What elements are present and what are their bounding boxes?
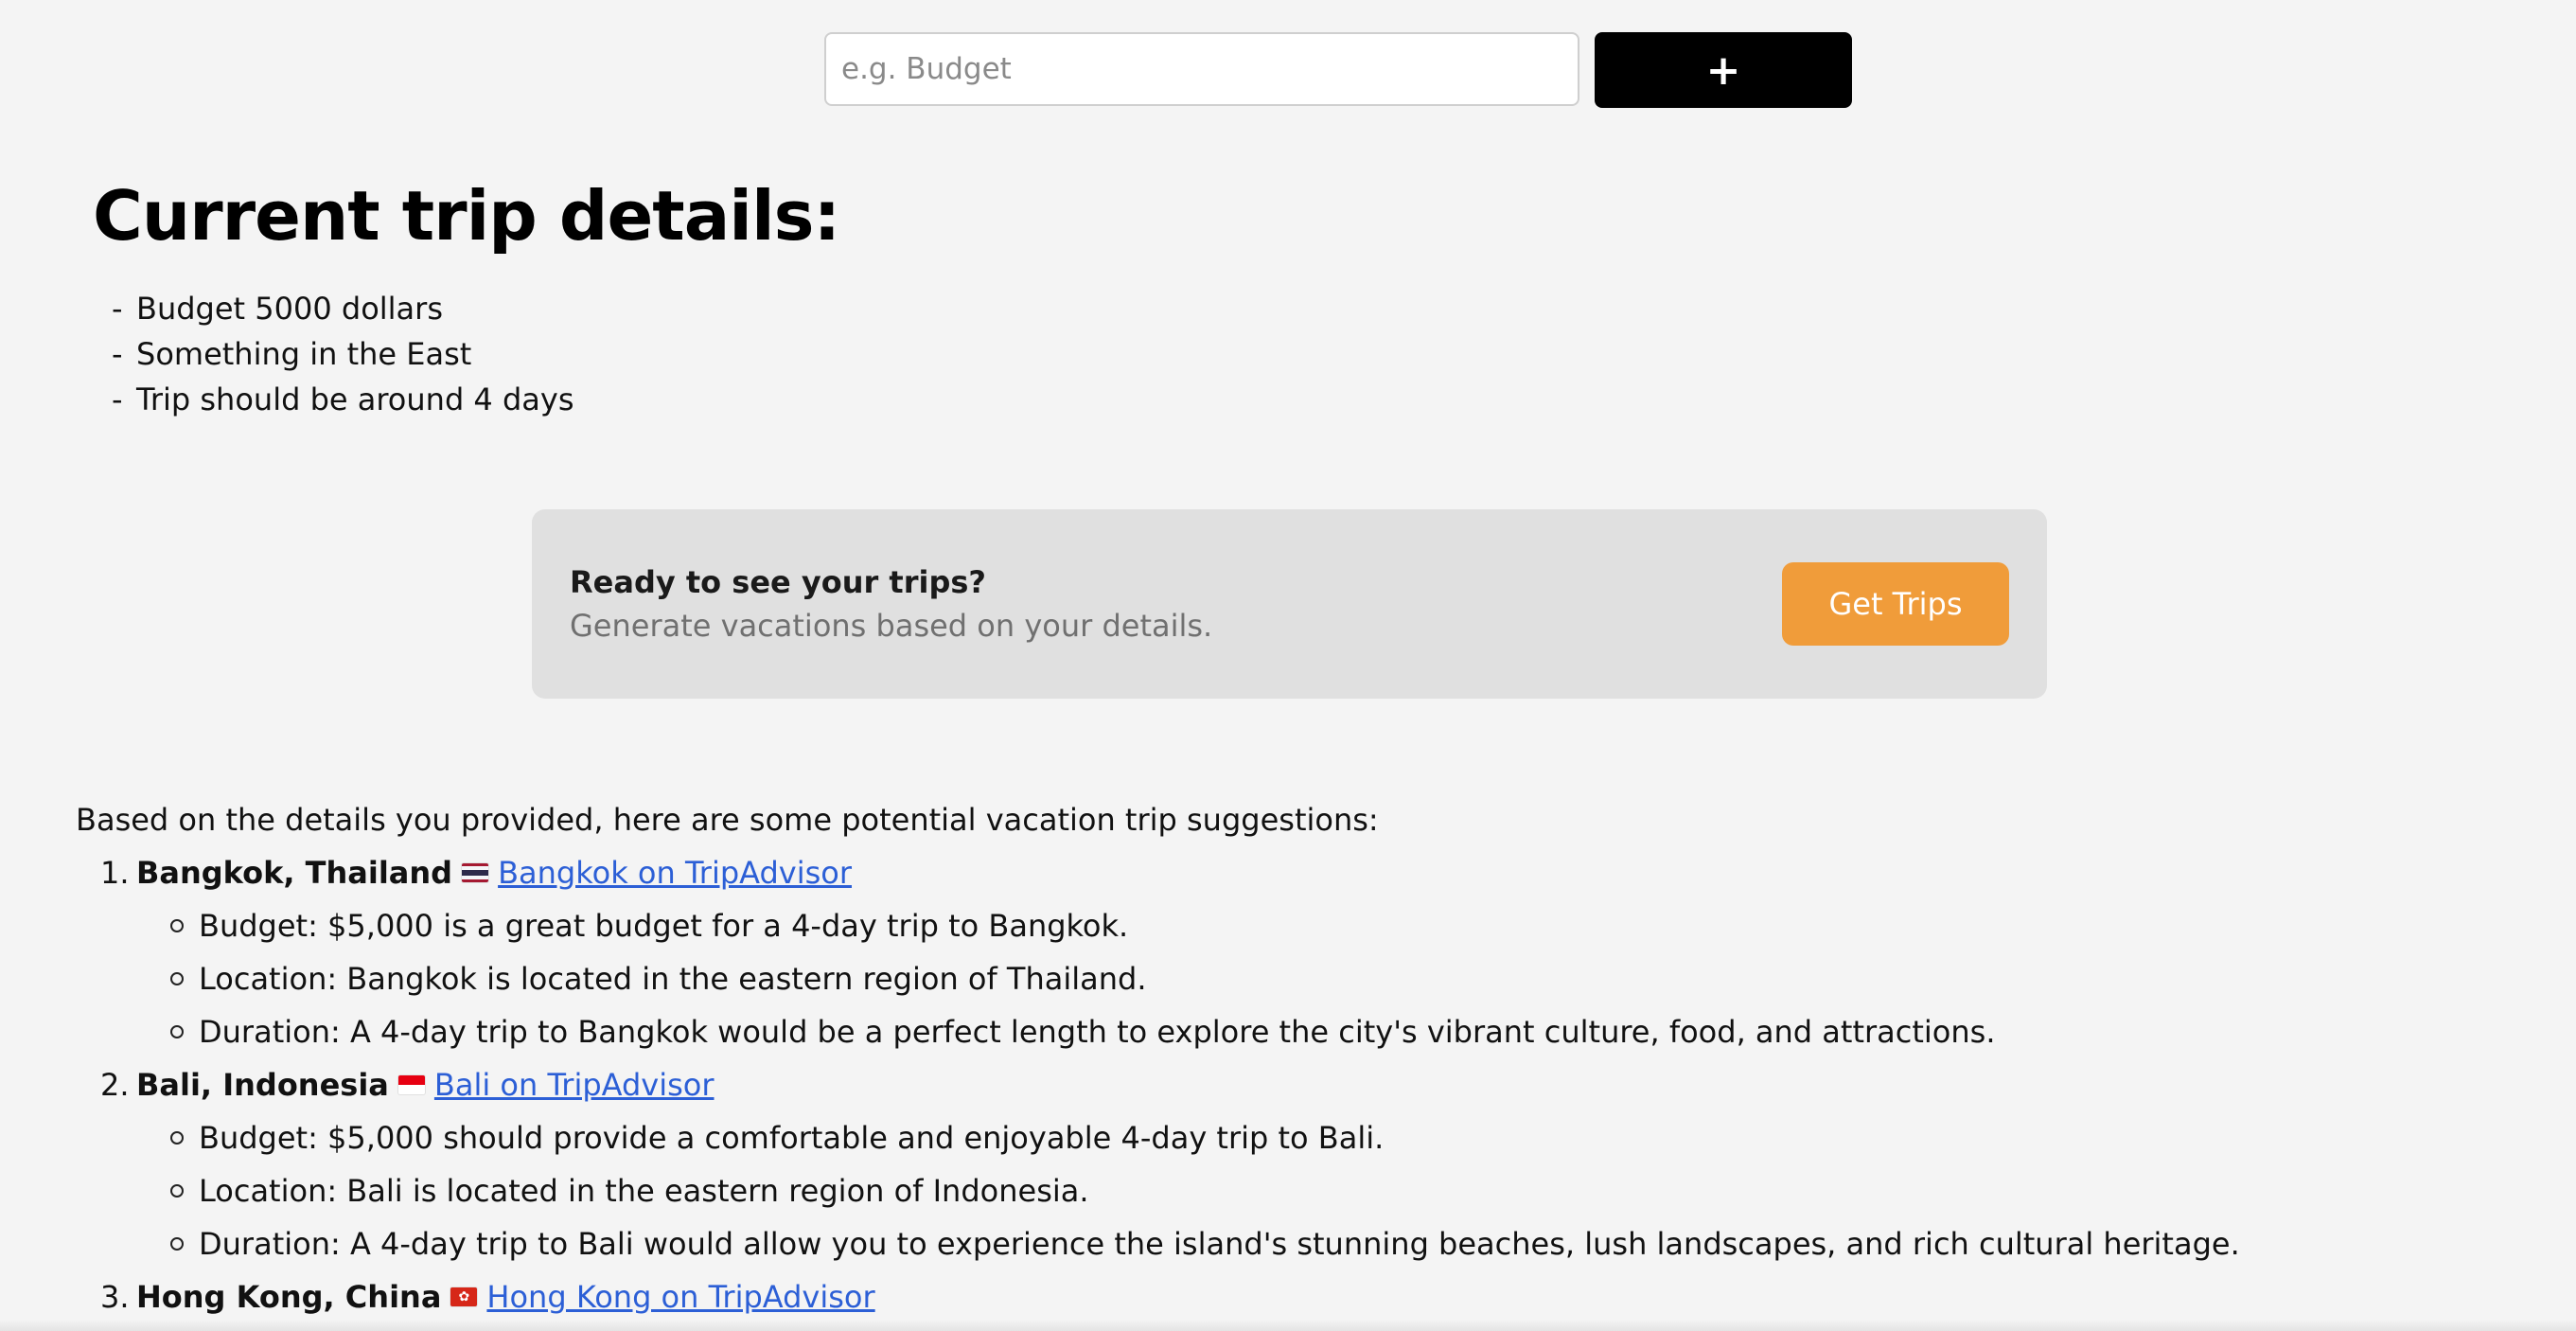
trip-point-text: Location: Bangkok is located in the east…: [199, 961, 1147, 997]
trip-item: 1. Bangkok, Thailand Bangkok on TripAdvi…: [76, 846, 2536, 1058]
trip-point: Duration: A 4-day trip to Bangkok would …: [76, 1005, 2536, 1058]
trip-point-text: Budget: $5,000 should provide a comforta…: [199, 1120, 1385, 1156]
cta-subheading: Generate vacations based on your details…: [570, 608, 1213, 644]
trip-details-list: - Budget 5000 dollars - Something in the…: [112, 286, 573, 422]
circle-bullet-icon: [170, 1237, 184, 1251]
circle-bullet-icon: [170, 1184, 184, 1198]
detail-text: Trip should be around 4 days: [136, 382, 574, 417]
trip-suggestions: Based on the details you provided, here …: [76, 793, 2536, 1323]
tripadvisor-link[interactable]: Hong Kong on TripAdvisor: [486, 1279, 874, 1315]
circle-bullet-icon: [170, 1131, 184, 1145]
trip-header: 1. Bangkok, Thailand Bangkok on TripAdvi…: [76, 846, 2536, 899]
trip-item: 3. Hong Kong, China ✿ Hong Kong on TripA…: [76, 1270, 2536, 1323]
detail-input[interactable]: [824, 32, 1579, 106]
detail-text: Budget 5000 dollars: [136, 291, 443, 327]
trip-point: Location: Bali is located in the eastern…: [76, 1164, 2536, 1217]
detail-item: - Budget 5000 dollars: [112, 286, 573, 331]
trip-point: Duration: A 4-day trip to Bali would all…: [76, 1217, 2536, 1270]
cta-heading: Ready to see your trips?: [570, 564, 986, 600]
add-detail-button[interactable]: +: [1595, 32, 1852, 108]
trip-point-text: Location: Bali is located in the eastern…: [199, 1173, 1089, 1209]
page-title: Current trip details:: [93, 176, 840, 256]
add-detail-form: +: [824, 32, 1852, 108]
trip-number: 2.: [100, 1067, 130, 1103]
results-intro: Based on the details you provided, here …: [76, 802, 1379, 838]
tripadvisor-link[interactable]: Bangkok on TripAdvisor: [498, 855, 852, 891]
trip-name: Hong Kong, China: [136, 1279, 442, 1315]
trip-number: 1.: [100, 855, 130, 891]
trip-name: Bali, Indonesia: [136, 1067, 389, 1103]
trip-points: Budget: $5,000 should provide a comforta…: [76, 1111, 2536, 1270]
detail-item: - Trip should be around 4 days: [112, 377, 573, 422]
trip-point: Location: Bangkok is located in the east…: [76, 952, 2536, 1005]
bottom-edge-shadow: [0, 1320, 2576, 1331]
dash-marker: -: [112, 382, 123, 417]
trip-number: 3.: [100, 1279, 130, 1315]
plus-icon: +: [1705, 45, 1741, 95]
trip-list: 1. Bangkok, Thailand Bangkok on TripAdvi…: [76, 846, 2536, 1323]
hong-kong-flag-icon: ✿: [450, 1287, 478, 1306]
get-trips-card: Ready to see your trips? Generate vacati…: [532, 509, 2047, 699]
indonesia-flag-icon: [397, 1075, 425, 1094]
detail-item: - Something in the East: [112, 331, 573, 377]
trip-header: 3. Hong Kong, China ✿ Hong Kong on TripA…: [76, 1270, 2536, 1323]
trip-point-text: Duration: A 4-day trip to Bangkok would …: [199, 1014, 1996, 1050]
circle-bullet-icon: [170, 972, 184, 985]
trip-item: 2. Bali, Indonesia Bali on TripAdvisor B…: [76, 1058, 2536, 1270]
trip-point-text: Budget: $5,000 is a great budget for a 4…: [199, 908, 1129, 944]
tripadvisor-link[interactable]: Bali on TripAdvisor: [434, 1067, 715, 1103]
trip-points: Budget: $5,000 is a great budget for a 4…: [76, 899, 2536, 1058]
trip-point: Budget: $5,000 should provide a comforta…: [76, 1111, 2536, 1164]
dash-marker: -: [112, 291, 123, 327]
circle-bullet-icon: [170, 1025, 184, 1038]
cta-text: Ready to see your trips? Generate vacati…: [570, 560, 1212, 648]
circle-bullet-icon: [170, 919, 184, 932]
trip-header: 2. Bali, Indonesia Bali on TripAdvisor: [76, 1058, 2536, 1111]
get-trips-button[interactable]: Get Trips: [1782, 562, 2009, 646]
trip-point-text: Duration: A 4-day trip to Bali would all…: [199, 1226, 2240, 1262]
dash-marker: -: [112, 336, 123, 372]
detail-text: Something in the East: [136, 336, 472, 372]
trip-name: Bangkok, Thailand: [136, 855, 453, 891]
thailand-flag-icon: [462, 863, 489, 882]
trip-point: Budget: $5,000 is a great budget for a 4…: [76, 899, 2536, 952]
